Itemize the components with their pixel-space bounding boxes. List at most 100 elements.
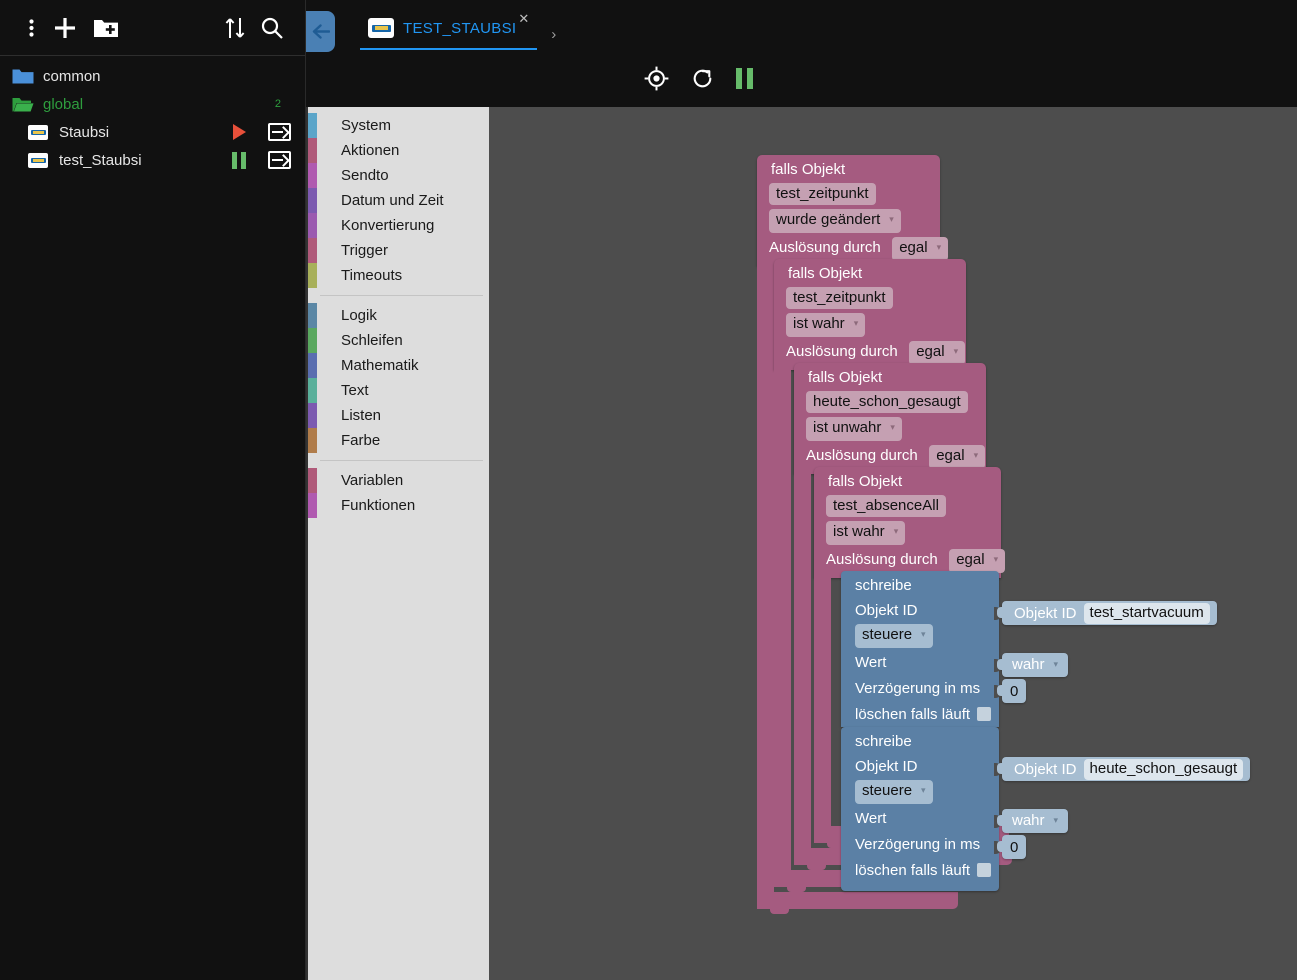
object-id-field[interactable]: test_absenceAll [826,495,946,517]
category-color-swatch [308,213,317,238]
trigger-dropdown[interactable]: egal [909,341,966,365]
value-block-field[interactable]: test_startvacuum [1083,602,1210,624]
script-icon [28,122,52,142]
object-id-field[interactable]: heute_schon_gesaugt [806,391,968,413]
write-delay-row: Verzögerung in ms [841,831,999,857]
condition-dropdown[interactable]: wurde geändert [769,209,901,233]
block-3-left-bar [794,473,811,848]
block-on-change-3[interactable]: falls Objekt heute_schon_gesaugt ist unw… [794,363,986,474]
add-folder-icon[interactable] [86,17,126,39]
toolbox-item-konvertierung[interactable]: Konvertierung [308,213,491,238]
trigger-dropdown[interactable]: egal [892,237,949,261]
block-1-left-bar [757,265,774,892]
editor-toolbar [644,66,753,91]
back-button[interactable] [306,11,335,52]
sort-toggle-icon[interactable] [213,16,257,40]
value-block-objektid-2[interactable]: Objekt ID heute_schon_gesaugt [997,757,1251,781]
clear-if-running-checkbox[interactable] [977,707,992,721]
value-block-objektid-1[interactable]: Objekt ID test_startvacuum [997,601,1217,625]
wert-dropdown[interactable]: wahr [1010,655,1060,676]
block-write-2[interactable]: schreibe Objekt ID steuere Wert Verzöger… [841,727,999,891]
toolbox-item-logik[interactable]: Logik [308,303,491,328]
plug-nub [997,763,1003,774]
block-on-change-2[interactable]: falls Objekt test_zeitpunkt ist wahr Aus… [774,259,966,370]
trigger-dropdown[interactable]: egal [949,549,1006,573]
toolbox-item-sendto[interactable]: Sendto [308,163,491,188]
tree-item-label: test_Staubsi [59,151,142,169]
value-block-delay-2[interactable]: 0 [997,835,1027,859]
add-script-icon[interactable] [44,15,86,41]
value-block-wert-2[interactable]: wahr [997,809,1069,833]
plug-nub [997,685,1003,696]
toolbox-item-label: Sendto [341,167,389,184]
pause-icon[interactable] [736,68,753,89]
tree-item-common[interactable]: common [0,62,305,90]
block-on-change-4[interactable]: falls Objekt test_absenceAll ist wahr Au… [814,467,1006,578]
toolbox-item-trigger[interactable]: Trigger [308,238,491,263]
toolbox-item-variablen[interactable]: Variablen [308,468,491,493]
blockly-toolbox: System Aktionen Sendto Datum und Zeit Ko… [306,107,491,980]
plus-glyph [55,17,75,38]
toolbox-item-timeouts[interactable]: Timeouts [308,263,491,288]
value-block-wert-1[interactable]: wahr [997,653,1069,677]
tree-item-label: Staubsi [59,123,110,141]
block-title: schreibe [855,733,912,750]
toolbox-item-label: Timeouts [341,267,403,284]
reload-icon[interactable] [691,67,714,90]
trigger-dropdown[interactable]: egal [929,445,986,469]
mode-dropdown[interactable]: steuere [855,624,933,648]
chevron-right-icon[interactable]: › [551,26,556,43]
delay-number-field[interactable]: 0 [1010,683,1018,700]
tree-item-global[interactable]: global 2 [0,90,305,118]
tree-item-staubsi[interactable]: Staubsi [0,118,305,146]
folder-open-icon [12,94,36,114]
toolbox-item-datum-und-zeit[interactable]: Datum und Zeit [308,188,491,213]
object-id-field[interactable]: test_zeitpunkt [769,183,876,205]
toolbox-item-text[interactable]: Text [308,378,491,403]
target-glyph [644,66,669,91]
tree-item-test-staubsi[interactable]: test_Staubsi [0,146,305,174]
wert-dropdown[interactable]: wahr [1010,811,1060,832]
condition-dropdown[interactable]: ist wahr [826,521,906,545]
pause-state-icon[interactable] [232,151,246,169]
toolbox-item-funktionen[interactable]: Funktionen [308,493,491,518]
search-icon[interactable] [257,16,287,40]
more-menu-icon[interactable] [18,18,44,38]
folder-plus-glyph [94,19,118,37]
toolbox-item-mathematik[interactable]: Mathematik [308,353,491,378]
tree-item-label: common [43,67,101,85]
clear-label: löschen falls läuft [855,705,971,723]
blockly-workspace[interactable]: falls Objekt test_zeitpunkt wurde geände… [489,107,1297,980]
toolbox-item-system[interactable]: System [308,113,491,138]
block-write-1[interactable]: schreibe Objekt ID steuere Wert Verzöger… [841,571,999,727]
toolbox-item-schleifen[interactable]: Schleifen [308,328,491,353]
close-icon[interactable]: ✕ [518,12,529,25]
delay-number-field[interactable]: 0 [1010,839,1018,856]
block-2-left-bar [774,369,791,870]
block-on-change-1[interactable]: falls Objekt test_zeitpunkt wurde geände… [757,155,949,266]
category-color-swatch [308,163,317,188]
run-state-icon[interactable] [233,124,246,140]
open-in-editor-icon[interactable] [268,151,291,169]
open-in-editor-icon[interactable] [268,123,291,141]
toolbox-item-aktionen[interactable]: Aktionen [308,138,491,163]
condition-dropdown[interactable]: ist wahr [786,313,866,337]
toolbox-item-label: Logik [341,307,377,324]
clear-if-running-checkbox[interactable] [977,863,992,877]
block-condition-row: wurde geändert [757,207,940,235]
block-title: falls Objekt [828,473,903,490]
tab-test-staubsi[interactable]: TEST_STAUBSI ✕ [360,8,538,50]
toolbox-group-3: Variablen Funktionen [308,468,491,518]
mode-dropdown[interactable]: steuere [855,780,933,804]
value-block-field[interactable]: heute_schon_gesaugt [1083,758,1244,780]
center-block-icon[interactable] [644,66,669,91]
toolbox-item-label: Aktionen [341,142,400,159]
toolbox-item-listen[interactable]: Listen [308,403,491,428]
value-block-delay-1[interactable]: 0 [997,679,1027,703]
trigger-label: Auslösung durch [826,551,938,568]
condition-dropdown[interactable]: ist unwahr [806,417,902,441]
object-id-field[interactable]: test_zeitpunkt [786,287,893,309]
toolbox-item-label: Datum und Zeit [341,192,444,209]
delay-label: Verzögerung in ms [855,679,981,697]
toolbox-item-farbe[interactable]: Farbe [308,428,491,453]
